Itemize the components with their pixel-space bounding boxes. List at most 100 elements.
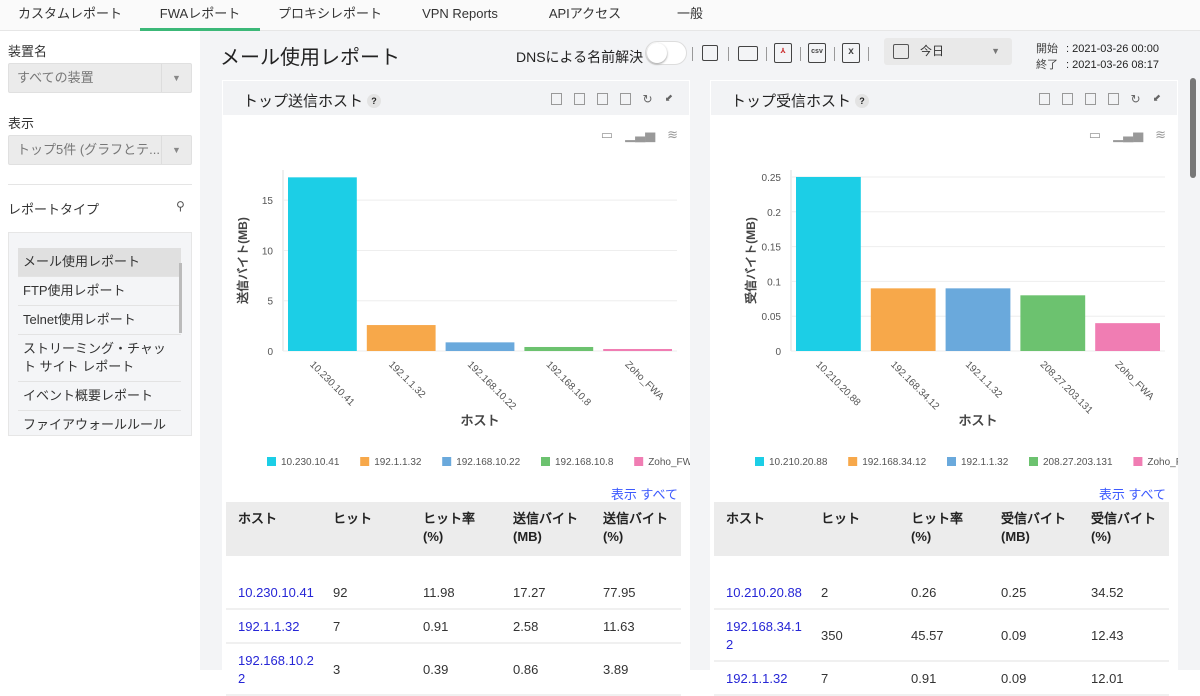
view-all-link[interactable]: 表示 すべて [611, 484, 678, 503]
page-scrollbar[interactable] [1190, 78, 1196, 178]
chevron-down-icon: ▼ [991, 46, 1000, 56]
column-header[interactable]: ヒット [321, 502, 411, 556]
help-icon[interactable]: ? [367, 94, 382, 108]
report-type-item[interactable]: ストリーミング・チャット サイト レポート [18, 335, 181, 382]
page-title: メール使用レポート [220, 47, 400, 69]
area-chart-icon[interactable]: ▭ [601, 127, 613, 143]
report-type-item[interactable]: メール使用レポート [18, 248, 181, 277]
dns-toggle[interactable] [645, 41, 687, 65]
x-tick-label: Zoho_FWA [622, 359, 666, 403]
report-type-item[interactable]: Telnet使用レポート [18, 306, 181, 335]
csv-icon[interactable] [596, 93, 608, 105]
report-type-label: レポートタイプ [8, 202, 100, 217]
column-header[interactable]: ホスト [226, 502, 321, 556]
tab-custom-report[interactable]: カスタムレポート [0, 0, 140, 31]
tab-api-access[interactable]: APIアクセス [520, 0, 650, 31]
legend-label[interactable]: 192.1.1.32 [961, 457, 1009, 468]
report-type-item[interactable]: イベント概要レポート [18, 382, 181, 411]
legend-label[interactable]: 192.168.10.8 [555, 457, 614, 468]
csv-icon[interactable] [1084, 93, 1096, 105]
bar[interactable] [603, 348, 672, 351]
column-header[interactable]: ヒット率(%) [411, 502, 501, 556]
line-chart-icon[interactable]: ≋ [1155, 127, 1166, 143]
column-header[interactable]: ヒット率(%) [899, 502, 989, 556]
tab-general[interactable]: 一般 [650, 0, 730, 31]
bar[interactable] [1020, 295, 1086, 351]
column-header[interactable]: ホスト [714, 502, 809, 556]
excel-icon[interactable] [619, 93, 631, 105]
column-header[interactable]: 送信バイト (MB) [501, 502, 591, 556]
report-type-item[interactable]: FTP使用レポート [18, 277, 181, 306]
pdf-icon[interactable] [1061, 93, 1073, 105]
legend-swatch [947, 457, 956, 466]
period-select[interactable]: 今日 ▼ [884, 38, 1012, 65]
tab-fwa-report[interactable]: FWAレポート [140, 0, 260, 31]
table-cell: 77.95 [591, 556, 681, 610]
y-axis-title: 受信バイト(MB) [743, 217, 758, 304]
expand-icon[interactable]: ⬋ [1153, 93, 1161, 105]
bar[interactable] [870, 288, 936, 351]
bar[interactable] [366, 325, 436, 351]
bar-chart-icon[interactable]: ▁▃▅ [625, 127, 655, 143]
excel-icon[interactable] [1107, 93, 1119, 105]
table-cell: 7 [321, 609, 411, 644]
column-header[interactable]: 受信バイト (%) [1079, 502, 1169, 556]
bar[interactable] [1095, 323, 1160, 351]
host-link[interactable]: 192.1.1.32 [238, 619, 299, 634]
bar-chart-icon[interactable]: ▁▃▅ [1113, 127, 1143, 143]
calendar-icon [893, 44, 909, 59]
legend-label[interactable]: 208.27.203.131 [1043, 457, 1113, 468]
host-link[interactable]: 192.1.1.32 [726, 671, 787, 686]
refresh-icon[interactable]: ↻ [1131, 93, 1141, 105]
host-link[interactable]: 192.168.34.12 [726, 619, 802, 652]
legend-label[interactable]: Zoho_FWA [648, 457, 690, 468]
column-header[interactable]: 受信バイト (MB) [989, 502, 1079, 556]
bar[interactable] [945, 288, 1011, 351]
mail-icon[interactable] [738, 46, 758, 61]
legend-label[interactable]: 192.168.10.22 [456, 457, 520, 468]
help-icon[interactable]: ? [855, 94, 870, 108]
tab-vpn-reports[interactable]: VPN Reports [400, 0, 520, 31]
area-chart-icon[interactable]: ▭ [1089, 127, 1101, 143]
bar[interactable] [445, 342, 515, 351]
column-header[interactable]: 送信バイト (%) [591, 502, 681, 556]
table-cell: 0.91 [899, 661, 989, 696]
y-tick-label: 0.15 [762, 243, 782, 254]
table-row: 192.1.1.32 7 0.91 2.58 11.63 [226, 609, 681, 644]
pdf-icon[interactable]: ⅄ [774, 43, 792, 63]
column-header[interactable]: ヒット [809, 502, 899, 556]
x-tick-label: Zoho_FWA [1112, 359, 1156, 403]
host-link[interactable]: 10.230.10.41 [238, 585, 314, 600]
bar[interactable] [524, 346, 594, 351]
excel-icon[interactable]: x [842, 43, 860, 63]
refresh-icon[interactable]: ↻ [643, 93, 653, 105]
report-type-item[interactable]: ファイアウォールルールレ... [18, 411, 181, 435]
pdf-icon[interactable] [573, 93, 585, 105]
view-value: トップ5件 (グラフとテ... [17, 142, 161, 157]
tab-proxy-report[interactable]: プロキシレポート [260, 0, 400, 31]
bar[interactable] [796, 176, 861, 351]
end-value: : 2021-03-26 08:17 [1066, 59, 1159, 71]
schedule-icon[interactable] [702, 45, 718, 61]
legend-label[interactable]: Zoho_FWA [1147, 457, 1178, 468]
table-row: 192.1.1.32 7 0.91 0.09 12.01 [714, 661, 1169, 696]
device-select[interactable]: すべての装置 ▼ [8, 63, 192, 93]
period-value: 今日 [920, 44, 945, 58]
table-row: 10.210.20.88 2 0.26 0.25 34.52 [714, 556, 1169, 610]
bar-chart: 0 0.05 0.1 0.15 0.2 0.25 10.210.20.88 192.168.3… [743, 170, 1178, 468]
host-link[interactable]: 10.210.20.88 [726, 585, 802, 600]
csv-icon[interactable]: csv [808, 43, 826, 63]
legend-label[interactable]: 192.168.34.12 [862, 457, 926, 468]
legend-label[interactable]: 192.1.1.32 [374, 457, 422, 468]
view-all-link[interactable]: 表示 すべて [1099, 484, 1166, 503]
line-chart-icon[interactable]: ≋ [667, 127, 678, 143]
bar[interactable] [288, 177, 357, 351]
list-scrollbar[interactable] [179, 263, 182, 333]
expand-icon[interactable]: ⬋ [665, 93, 673, 105]
legend-label[interactable]: 10.230.10.41 [281, 457, 340, 468]
mail-icon[interactable] [550, 93, 562, 105]
search-icon[interactable]: ⚲ [176, 199, 185, 213]
legend-label[interactable]: 10.210.20.88 [769, 457, 828, 468]
view-select[interactable]: トップ5件 (グラフとテ... ▼ [8, 135, 192, 165]
mail-icon[interactable] [1038, 93, 1050, 105]
